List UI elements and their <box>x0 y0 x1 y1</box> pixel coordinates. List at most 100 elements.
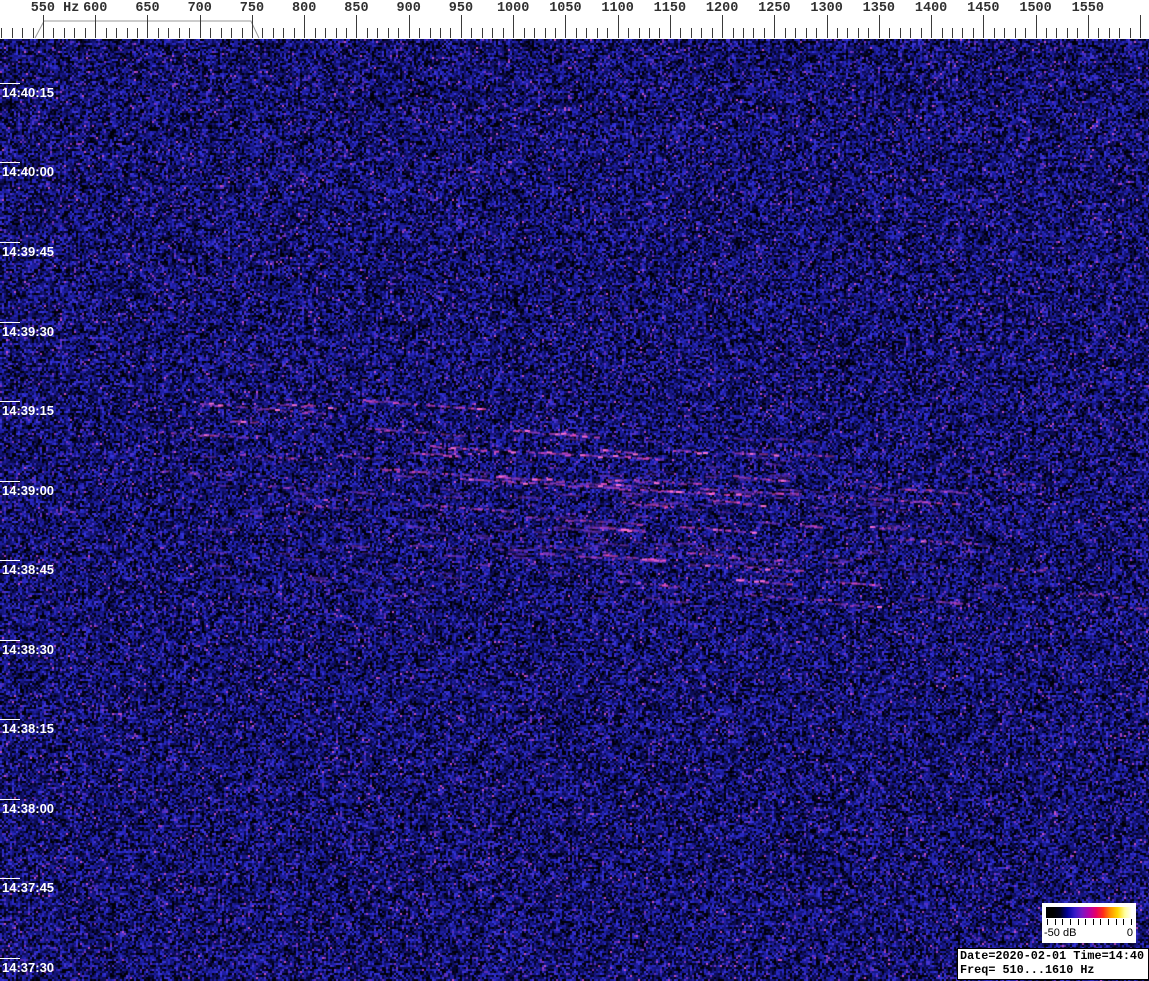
waterfall-display[interactable] <box>0 39 1149 981</box>
freq-label: 950 <box>448 1 474 16</box>
freq-tick <box>471 28 472 38</box>
freq-tick <box>900 28 901 38</box>
freq-tick <box>764 28 765 38</box>
time-label: 14:40:00 <box>2 164 55 179</box>
amplitude-colorbar: -50 dB 0 <box>1042 903 1136 943</box>
time-tick <box>0 322 20 323</box>
freq-tick <box>1130 28 1131 38</box>
freq-tick <box>189 28 190 38</box>
freq-tick <box>659 28 660 38</box>
freq-tick <box>1140 15 1141 38</box>
freq-tick <box>221 28 222 38</box>
freq-tick <box>628 28 629 38</box>
time-tick <box>0 958 20 959</box>
freq-tick <box>116 28 117 38</box>
freq-tick <box>868 28 869 38</box>
colorbar-tick <box>1115 919 1117 925</box>
colorbar-tick <box>1085 919 1087 925</box>
freq-tick <box>847 28 848 38</box>
info-freq-range: Freq= 510...1610 Hz <box>960 962 1095 977</box>
colorbar-tick <box>1092 919 1094 925</box>
freq-tick <box>262 28 263 38</box>
freq-tick <box>283 28 284 38</box>
freq-tick <box>346 28 347 38</box>
time-label: 14:39:00 <box>2 483 55 498</box>
colorbar-tick <box>1100 919 1102 925</box>
freq-label: 1350 <box>862 1 896 16</box>
freq-tick <box>1067 28 1068 38</box>
freq-tick <box>973 28 974 38</box>
freq-tick <box>1036 15 1037 38</box>
colorbar-tick <box>1054 919 1056 925</box>
freq-tick <box>503 28 504 38</box>
colorbar-tick <box>1108 919 1110 925</box>
freq-tick <box>210 28 211 38</box>
freq-label: 800 <box>292 1 317 16</box>
colorbar-tick <box>1062 919 1064 925</box>
freq-tick <box>43 15 44 38</box>
time-label: 14:38:15 <box>2 721 55 736</box>
freq-tick <box>722 15 723 38</box>
freq-tick <box>492 28 493 38</box>
freq-tick <box>837 28 838 38</box>
freq-tick <box>179 28 180 38</box>
freq-label: 1000 <box>496 1 530 16</box>
info-date-time: Date=2020-02-01 Time=14:40 <box>960 949 1145 963</box>
freq-tick <box>1109 28 1110 38</box>
freq-tick <box>586 28 587 38</box>
frequency-ruler[interactable]: 550 Hz 600 650 700 750 800 850 900 950 1000 1050 11… <box>0 0 1149 39</box>
freq-tick <box>743 28 744 38</box>
freq-tick <box>398 28 399 38</box>
freq-label: 1100 <box>601 1 634 16</box>
freq-tick <box>962 28 963 38</box>
freq-tick <box>53 28 54 38</box>
freq-label: 1400 <box>914 1 948 16</box>
time-tick <box>0 162 20 163</box>
time-tick <box>0 401 20 402</box>
spectrogram-window: 550 Hz 600 650 700 750 800 850 900 950 1000 1050 11… <box>0 0 1149 981</box>
freq-label: 1500 <box>1019 1 1052 16</box>
freq-tick <box>1015 28 1016 38</box>
time-label: 14:39:15 <box>2 403 55 418</box>
freq-tick <box>252 15 253 38</box>
freq-tick <box>304 15 305 38</box>
freq-tick <box>200 15 201 38</box>
freq-tick <box>942 28 943 38</box>
freq-tick <box>952 28 953 38</box>
time-tick <box>0 560 20 561</box>
freq-tick <box>336 28 337 38</box>
time-label: 14:37:30 <box>2 960 55 975</box>
freq-tick <box>22 28 23 38</box>
freq-tick <box>242 28 243 38</box>
freq-tick <box>367 28 368 38</box>
freq-tick <box>147 15 148 38</box>
colorbar-tick <box>1131 919 1132 925</box>
time-tick <box>0 799 20 800</box>
freq-tick <box>158 28 159 38</box>
freq-tick <box>168 28 169 38</box>
freq-tick <box>440 28 441 38</box>
freq-tick <box>680 28 681 38</box>
info-box: Date=2020-02-01 Time=14:40 Freq= 510...1… <box>957 948 1149 980</box>
freq-tick <box>419 28 420 38</box>
freq-tick <box>545 28 546 38</box>
freq-tick <box>513 15 514 38</box>
freq-tick <box>607 28 608 38</box>
freq-tick <box>294 28 295 38</box>
time-label: 14:40:15 <box>2 85 55 100</box>
freq-label: 850 <box>344 1 369 16</box>
freq-label: 1200 <box>705 1 739 16</box>
freq-tick <box>430 28 431 38</box>
freq-label: 1300 <box>810 1 843 16</box>
freq-tick <box>1056 28 1057 38</box>
freq-tick <box>64 28 65 38</box>
freq-label: 900 <box>396 1 421 16</box>
freq-label: 600 <box>83 1 108 16</box>
colorbar-tick <box>1077 919 1079 925</box>
freq-tick <box>273 28 274 38</box>
freq-tick <box>879 15 880 38</box>
freq-label: 1450 <box>967 1 1000 16</box>
freq-tick <box>691 28 692 38</box>
freq-label: 550 Hz <box>30 1 80 16</box>
freq-tick <box>576 28 577 38</box>
